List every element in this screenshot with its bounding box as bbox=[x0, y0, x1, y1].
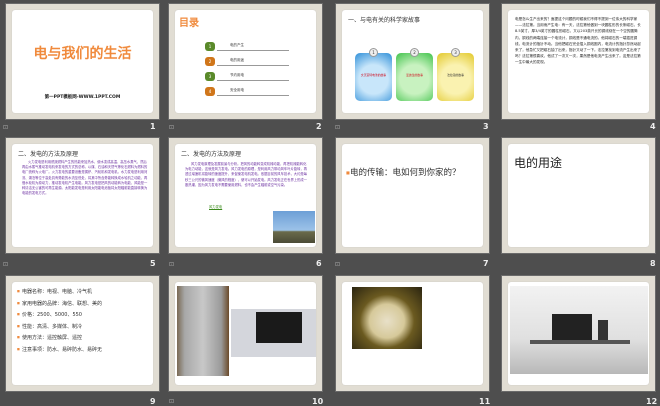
bullet-icon: ■ bbox=[17, 312, 20, 316]
slide-number: 11 bbox=[479, 397, 491, 406]
transition-icon[interactable]: ⊡ bbox=[3, 124, 8, 131]
toc-divider bbox=[217, 80, 289, 81]
slide-thumbnail-6[interactable]: 二、发电的方法及原理 风力发电原理及发展前景与分析。把风的动能转变成机械动能，再… bbox=[168, 137, 323, 254]
slide-canvas bbox=[342, 282, 483, 385]
toc-number-badge: 1 bbox=[205, 42, 215, 51]
bullet-text: 注意事项：防水、易碎防水、易碎无 bbox=[22, 346, 103, 353]
bullet-icon: ■ bbox=[17, 323, 20, 328]
slide-thumbnail-11[interactable] bbox=[335, 275, 490, 392]
bullet-icon: ■ bbox=[17, 300, 20, 305]
slide-number: 9 bbox=[150, 397, 156, 406]
slide-title: 一、与电有关的科学家故事 bbox=[348, 17, 421, 24]
card-label: 文天富特电池的故事 bbox=[360, 73, 387, 77]
wind-turbine-photo bbox=[273, 211, 315, 243]
transition-icon[interactable]: ⊡ bbox=[335, 261, 340, 268]
slide-thumbnail-1[interactable]: 电与我们的生活 第一PPT模板网-WWW.1PPT.COM bbox=[5, 3, 160, 120]
slide-thumbnail-3[interactable]: 一、与电有关的科学家故事 文天富特电池的故事 1 爱迪生的故事 2 法拉第的故事… bbox=[335, 3, 490, 120]
card-label: 爱迪生的故事 bbox=[406, 73, 423, 77]
computer-desk-photo bbox=[510, 286, 648, 374]
slide-thumbnail-2[interactable]: 目录 1 电的产生 2 电的用途 3 节约用电 4 安全用电 bbox=[168, 3, 323, 120]
slide-canvas bbox=[175, 282, 316, 385]
slide-thumbnail-10[interactable] bbox=[168, 275, 323, 392]
body-text: 火力发电是利用燃烧燃料产生的热能来加热水，使水变成高温、高压水蒸气，然后再由水蒸… bbox=[22, 160, 148, 196]
toc-number-badge: 2 bbox=[205, 57, 215, 66]
slide-canvas: ■ 电器名称：电视、电脑、冷气机 ■ 家用电器的品牌：海信、联想、美的 ■ 价格：2… bbox=[12, 282, 153, 385]
body-text: 风力发电原理及发展前景与分析。把风的动能转变成机械动能，再把机械能转化为电力动能… bbox=[185, 162, 307, 187]
card-label: 法拉第的故事 bbox=[447, 73, 464, 77]
slide-thumbnail-5[interactable]: 二、发电的方法及原理 火力发电是利用燃烧燃料产生的热能来加热水，使水变成高温、高… bbox=[5, 137, 160, 254]
card-number: 2 bbox=[410, 48, 419, 57]
card-number: 3 bbox=[451, 48, 460, 57]
bullet-text: 电器名称：电视、电脑、冷气机 bbox=[22, 289, 93, 295]
slide-canvas: ■ 电的传输：电如何到你家的？ bbox=[342, 144, 483, 247]
slide-canvas: 电是怎么生产出来的？面提这个问题的时候我们不得不提到一位伟大的科学家——法拉第。… bbox=[508, 10, 649, 113]
transition-icon[interactable]: ⊡ bbox=[169, 261, 174, 268]
slide-number: 10 bbox=[312, 397, 324, 406]
slide-canvas: 电与我们的生活 第一PPT模板网-WWW.1PPT.COM bbox=[12, 10, 153, 113]
story-card: 文天富特电池的故事 bbox=[355, 53, 392, 101]
body-text: 电是怎么生产出来的？面提这个问题的时候我们不得不提到一位伟大的科学家——法拉第。… bbox=[515, 17, 641, 65]
bullet-text: 使用方法：遥控触屏、遥控 bbox=[22, 335, 83, 341]
link[interactable]: 风力发电 bbox=[209, 204, 222, 209]
bullet-text: 家用电器的品牌：海信、联想、美的 bbox=[22, 300, 103, 307]
slide-title: 目录 bbox=[179, 18, 199, 29]
slide-thumbnail-8[interactable]: 电的用途 bbox=[501, 137, 656, 254]
slide-title: 电的用途 bbox=[514, 156, 563, 170]
slide-number: 7 bbox=[483, 259, 489, 268]
toc-item-label: 节约用电 bbox=[230, 73, 244, 77]
slide-canvas: 二、发电的方法及原理 火力发电是利用燃烧燃料产生的热能来加热水，使水变成高温、高… bbox=[12, 144, 153, 247]
story-card: 法拉第的故事 bbox=[437, 53, 474, 101]
slide-canvas: 目录 1 电的产生 2 电的用途 3 节约用电 4 安全用电 bbox=[175, 10, 316, 113]
slide-number: 3 bbox=[483, 122, 489, 131]
television-photo bbox=[231, 309, 316, 357]
bullet-icon: ■ bbox=[17, 289, 20, 293]
toc-divider bbox=[217, 50, 289, 51]
slide-thumbnail-7[interactable]: ■ 电的传输：电如何到你家的？ bbox=[335, 137, 490, 254]
slide-subtitle: 第一PPT模板网-WWW.1PPT.COM bbox=[44, 95, 121, 100]
toc-number-badge: 3 bbox=[205, 72, 215, 81]
slide-canvas: 二、发电的方法及原理 风力发电原理及发展前景与分析。把风的动能转变成机械动能，再… bbox=[175, 144, 316, 247]
rice-cooker-photo bbox=[352, 287, 422, 349]
slide-number: 1 bbox=[150, 122, 156, 131]
transition-icon[interactable]: ⊡ bbox=[335, 124, 340, 131]
bullet-text: 价格：2500、5000、550 bbox=[22, 312, 82, 318]
toc-item-label: 电的用途 bbox=[230, 58, 244, 62]
bullet-text: 性能：高清、多媒体、制冷 bbox=[22, 323, 83, 330]
card-number: 1 bbox=[369, 48, 378, 57]
toc-item-label: 电的产生 bbox=[230, 43, 244, 47]
toc-divider bbox=[217, 95, 289, 96]
slide-number: 8 bbox=[650, 259, 656, 268]
bullet-text: 电的传输：电如何到你家的？ bbox=[350, 168, 461, 178]
transition-icon[interactable]: ⊡ bbox=[3, 261, 8, 268]
slide-number: 2 bbox=[316, 122, 322, 131]
toc-item-label: 安全用电 bbox=[230, 88, 244, 92]
refrigerator-photo bbox=[177, 286, 229, 376]
slide-canvas: 电的用途 bbox=[508, 144, 649, 247]
slide-canvas: 一、与电有关的科学家故事 文天富特电池的故事 1 爱迪生的故事 2 法拉第的故事… bbox=[342, 10, 483, 113]
slide-thumbnail-4[interactable]: 电是怎么生产出来的？面提这个问题的时候我们不得不提到一位伟大的科学家——法拉第。… bbox=[501, 3, 656, 120]
slide-thumbnail-12[interactable] bbox=[501, 275, 656, 392]
slide-title: 电与我们的生活 bbox=[33, 46, 132, 62]
bullet-icon: ■ bbox=[17, 335, 20, 339]
slide-title: 二、发电的方法及原理 bbox=[181, 151, 242, 158]
transition-icon[interactable]: ⊡ bbox=[169, 124, 174, 131]
slide-canvas bbox=[508, 282, 649, 385]
slide-thumbnail-9[interactable]: ■ 电器名称：电视、电脑、冷气机 ■ 家用电器的品牌：海信、联想、美的 ■ 价格：2… bbox=[5, 275, 160, 392]
transition-icon[interactable]: ⊡ bbox=[169, 398, 174, 405]
slide-number: 4 bbox=[650, 122, 656, 131]
slide-number: 5 bbox=[150, 259, 156, 268]
toc-divider bbox=[217, 65, 289, 66]
toc-number-badge: 4 bbox=[205, 87, 215, 96]
slide-number: 12 bbox=[646, 397, 658, 406]
slide-number: 6 bbox=[316, 259, 322, 268]
story-card: 爱迪生的故事 bbox=[396, 53, 433, 101]
slide-title: 二、发电的方法及原理 bbox=[18, 151, 79, 158]
bullet-icon: ■ bbox=[17, 346, 20, 351]
